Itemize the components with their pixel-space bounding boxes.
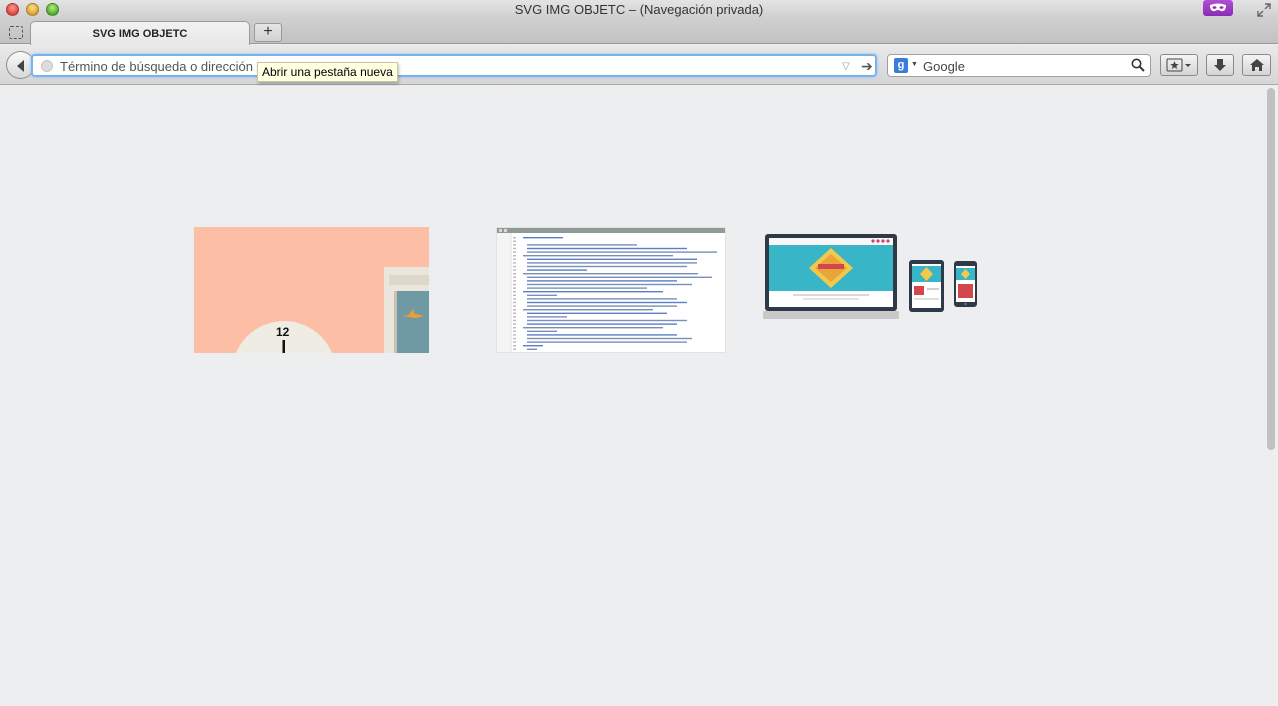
private-mask-icon xyxy=(1203,0,1233,16)
tab-groups-icon[interactable] xyxy=(9,26,23,39)
new-tab-button[interactable]: + xyxy=(254,23,282,42)
home-button[interactable] xyxy=(1242,54,1271,76)
new-tab-tooltip: Abrir una pestaña nueva xyxy=(257,62,398,82)
search-engine-icon[interactable]: g xyxy=(894,58,908,73)
download-arrow-icon xyxy=(1214,59,1226,71)
go-arrow-icon[interactable]: ➔ xyxy=(861,58,873,75)
bookmark-star-icon xyxy=(1166,58,1191,72)
globe-icon xyxy=(41,60,53,72)
downloads-button[interactable] xyxy=(1206,54,1234,76)
page-content: 12 xyxy=(0,86,1265,706)
tab-active[interactable]: SVG IMG OBJETC xyxy=(30,21,250,45)
tab-label: SVG IMG OBJETC xyxy=(92,28,188,40)
engine-dropdown-icon[interactable]: ▼ xyxy=(911,61,918,68)
back-arrow-icon xyxy=(17,60,24,72)
history-dropdown-icon[interactable]: ▽ xyxy=(842,61,850,72)
home-icon xyxy=(1249,59,1264,71)
svg-clock-illustration: 12 xyxy=(194,227,429,353)
tab-strip: SVG IMG OBJETC + xyxy=(0,20,1278,45)
bookmarks-button[interactable] xyxy=(1160,54,1198,76)
title-bar: SVG IMG OBJETC – (Navegación privada) xyxy=(0,0,1278,20)
svg-code-editor-thumbnail xyxy=(496,227,726,353)
window-title: SVG IMG OBJETC – (Navegación privada) xyxy=(514,2,764,17)
clock-number: 12 xyxy=(276,325,290,339)
fullscreen-icon[interactable] xyxy=(1257,3,1271,17)
scrollbar-thumb[interactable] xyxy=(1267,88,1275,450)
vertical-scrollbar[interactable] xyxy=(1265,86,1278,706)
svg-responsive-devices-mockup xyxy=(763,232,978,327)
url-bar[interactable]: Término de búsqueda o dirección ▽ ➔ xyxy=(31,54,877,77)
search-placeholder: Google xyxy=(923,59,965,74)
search-bar[interactable]: g ▼ Google xyxy=(887,54,1151,77)
url-placeholder: Término de búsqueda o dirección xyxy=(60,59,253,74)
magnifier-icon[interactable] xyxy=(1131,58,1145,72)
navigation-toolbar: Término de búsqueda o dirección ▽ ➔ g ▼ … xyxy=(0,45,1278,85)
